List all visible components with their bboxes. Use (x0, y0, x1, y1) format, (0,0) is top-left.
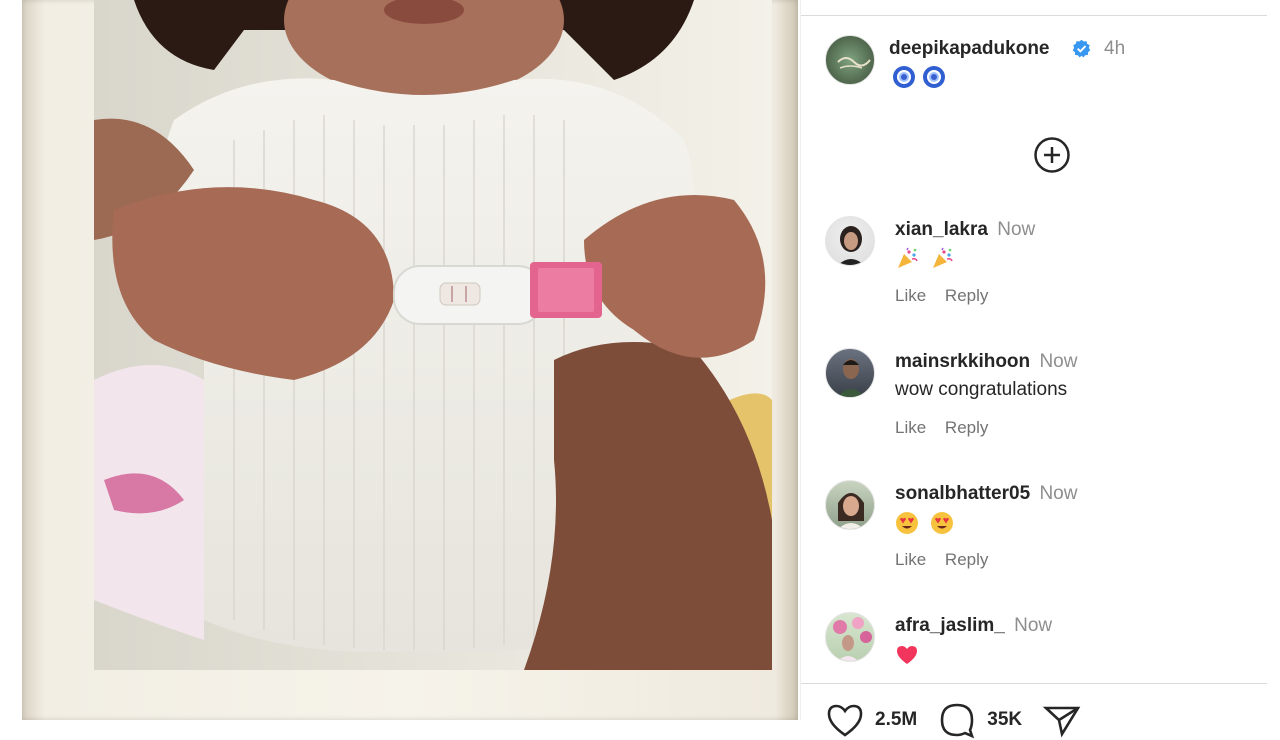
commenter-avatar-art (838, 493, 864, 529)
red-heart-icon (897, 646, 917, 664)
load-more-comments-button[interactable] (1033, 136, 1071, 174)
post-media-area (0, 0, 800, 720)
commenter-avatar[interactable] (825, 480, 875, 530)
comment-text: wow congratulations (895, 379, 1068, 400)
comment-username[interactable]: afra_jaslim_ (895, 615, 1005, 636)
comment-actions: Like Reply (895, 550, 1002, 570)
comment-item: afra_jaslim_ Now (825, 612, 1265, 672)
commenter-avatar[interactable] (825, 348, 875, 398)
reply-button[interactable]: Reply (945, 286, 988, 305)
comment-text (895, 643, 925, 667)
post-time: 4h (1104, 38, 1126, 59)
comment-header: xian_lakra Now (895, 219, 1035, 241)
comment-item: mainsrkkihoon Now wow congratulations Li… (825, 348, 1265, 468)
comment-time: Now (1039, 483, 1078, 504)
comment-item: xian_lakra Now Like Reply (825, 216, 1265, 336)
heart-eyes-icon (931, 512, 954, 534)
verified-badge-icon (1072, 39, 1091, 58)
comment-username[interactable]: xian_lakra (895, 219, 988, 240)
comments-panel: deepikapadukone 4h xian_lakra Now Like R… (800, 0, 1280, 739)
comment-time: Now (1014, 615, 1053, 636)
comment-header: sonalbhatter05 Now (895, 483, 1077, 505)
author-avatar[interactable] (825, 35, 875, 85)
commenter-avatar-art (837, 359, 865, 397)
reply-button[interactable]: Reply (945, 418, 988, 437)
author-username[interactable]: deepikapadukone (889, 38, 1050, 60)
heart-eyes-icon (896, 512, 918, 534)
likes-count[interactable]: 2.5M (875, 709, 917, 731)
photo-illustration (94, 0, 772, 670)
comment-actions: Like Reply (895, 286, 1002, 306)
commenter-avatar-art (838, 226, 864, 265)
author-avatar-art (837, 57, 871, 69)
comment-item: sonalbhatter05 Now Like Reply (825, 480, 1265, 600)
comment-text (895, 247, 960, 271)
comment-username[interactable]: sonalbhatter05 (895, 483, 1030, 504)
nazar-amulet-icon (923, 66, 945, 88)
comment-header: mainsrkkihoon Now (895, 351, 1077, 373)
comment-header: afra_jaslim_ Now (895, 615, 1052, 637)
comment-actions: Like Reply (895, 418, 1002, 438)
comment-time: Now (997, 219, 1036, 240)
like-comment-button[interactable]: Like (895, 418, 926, 437)
commenter-avatar-art (833, 617, 872, 661)
nazar-amulet-icon (893, 66, 915, 88)
like-comment-button[interactable]: Like (895, 550, 926, 569)
comment-text (895, 511, 960, 535)
like-heart-icon[interactable] (825, 700, 865, 740)
reply-button[interactable]: Reply (945, 550, 988, 569)
post-photo[interactable] (94, 0, 772, 670)
party-popper-icon (898, 247, 918, 268)
party-popper-icon (933, 247, 953, 268)
actions-divider (801, 683, 1267, 684)
polaroid-frame (22, 0, 798, 720)
comment-username[interactable]: mainsrkkihoon (895, 351, 1030, 372)
comment-bubble-icon[interactable] (937, 700, 977, 740)
caption-text (893, 66, 945, 88)
like-comment-button[interactable]: Like (895, 286, 926, 305)
commenter-avatar[interactable] (825, 216, 875, 266)
share-send-icon[interactable] (1042, 700, 1082, 740)
comment-time: Now (1039, 351, 1078, 372)
post-action-bar: 2.5M 35K (825, 700, 1082, 740)
commenter-avatar[interactable] (825, 612, 875, 662)
comments-count[interactable]: 35K (987, 709, 1022, 731)
header-divider (801, 15, 1267, 16)
